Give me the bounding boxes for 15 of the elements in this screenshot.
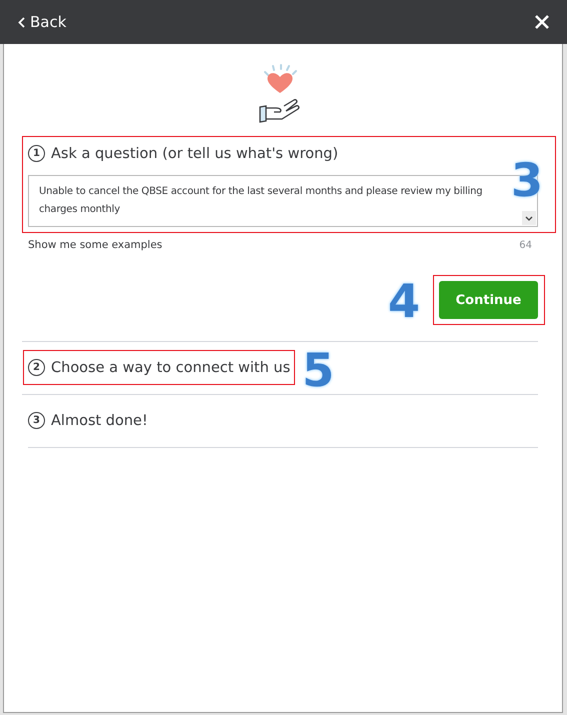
character-count: 64	[519, 240, 532, 250]
step-number: 2	[28, 359, 45, 376]
callout-number: 4	[388, 278, 420, 324]
back-button[interactable]: Back	[18, 13, 66, 31]
chevron-left-icon	[18, 16, 25, 28]
step-number: 3	[28, 412, 45, 429]
close-button[interactable]	[535, 15, 549, 29]
close-icon	[535, 15, 549, 29]
callout-number: 5	[302, 347, 334, 393]
step-number: 1	[28, 145, 45, 162]
step-title: Choose a way to connect with us	[51, 360, 290, 376]
scroll-down-icon	[522, 211, 536, 225]
step-title: Ask a question (or tell us what's wrong)	[51, 146, 338, 162]
examples-link[interactable]: Show me some examples	[28, 239, 162, 251]
step-title: Almost done!	[51, 412, 148, 428]
